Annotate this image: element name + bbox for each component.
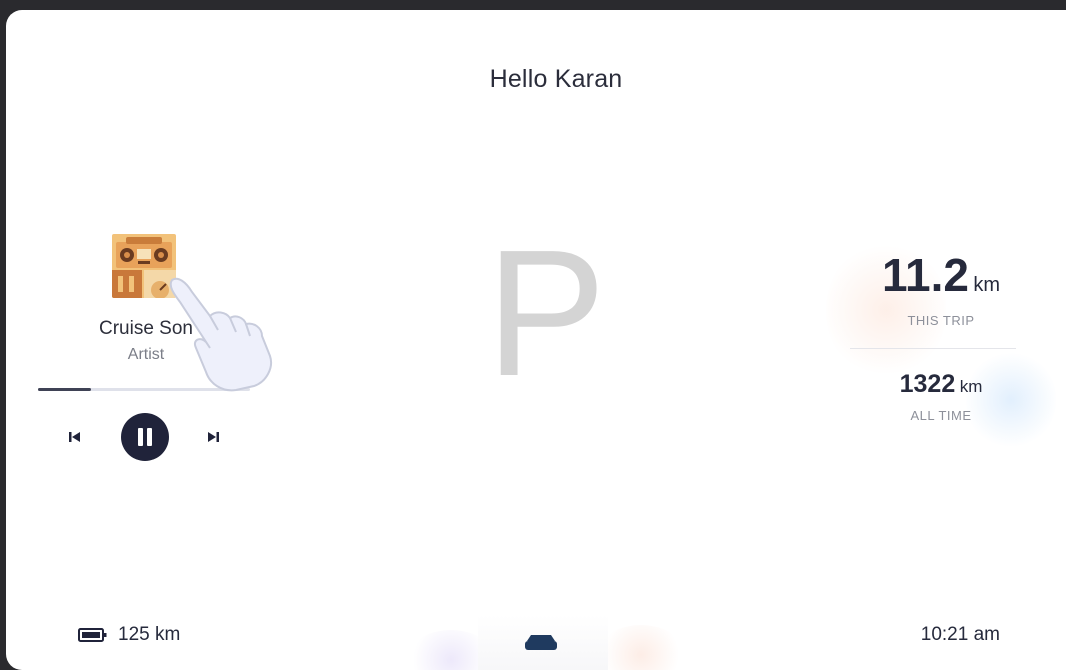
this-trip-value: 11.2	[881, 249, 969, 301]
playback-progress-fill	[38, 388, 91, 391]
previous-track-button[interactable]	[64, 426, 86, 448]
pointing-hand-icon	[166, 272, 291, 397]
next-track-button[interactable]	[202, 426, 224, 448]
all-time-value: 1322	[899, 370, 956, 398]
this-trip-unit: km	[973, 274, 1001, 296]
all-time-unit: km	[959, 377, 983, 396]
skip-previous-icon	[69, 432, 80, 442]
pause-button[interactable]	[121, 413, 169, 461]
clock: 10:21 am	[920, 624, 1000, 645]
battery-icon	[78, 628, 108, 642]
dashboard-screen: Hello Karan Cruise Son Artist P 11.2 km …	[6, 10, 1066, 670]
all-time-label: ALL TIME	[910, 408, 972, 423]
decorative-glow	[966, 350, 1056, 450]
this-trip-distance: 11.2 km	[856, 248, 1026, 302]
gear-indicator: P	[485, 213, 607, 414]
greeting-title: Hello Karan	[489, 65, 623, 93]
this-trip-label: THIS TRIP	[907, 313, 975, 328]
battery-range: 125 km	[118, 624, 181, 645]
trip-divider	[850, 348, 1016, 349]
skip-next-icon	[208, 432, 219, 442]
all-time-distance: 1322 km	[856, 370, 1026, 399]
pause-icon	[138, 428, 152, 446]
car-icon[interactable]	[524, 632, 558, 652]
decorative-glow	[596, 625, 686, 670]
